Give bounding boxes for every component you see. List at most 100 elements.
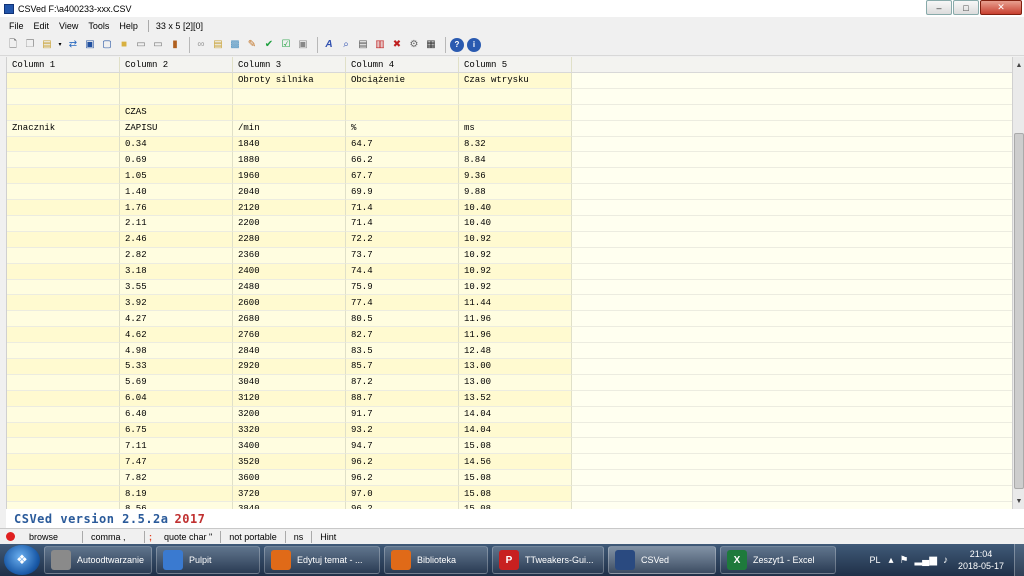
menu-tools[interactable]: Tools [83,21,114,31]
table-cell[interactable] [7,136,120,153]
table-cell[interactable]: 9.88 [459,184,572,201]
table-row[interactable]: 5.69 3040 87.2 13.00 [7,374,1012,391]
cut-x-icon[interactable]: ✖ [390,38,404,52]
table-cell[interactable] [7,184,120,201]
table-cell[interactable]: 7.11 [120,438,233,455]
table-cell[interactable]: 71.4 [346,200,459,217]
table-row[interactable]: 2.82 2360 73.7 10.92 [7,247,1012,264]
table-cell[interactable]: 2.46 [120,231,233,248]
minimize-button[interactable]: ‒ [926,0,952,15]
table-cell[interactable] [459,88,572,105]
folder-icon[interactable]: ■ [117,38,131,52]
table-cell[interactable]: 97.0 [346,486,459,503]
check-box-icon[interactable]: ☑ [279,38,293,52]
table-cell[interactable]: 96.2 [346,470,459,487]
table-cell[interactable]: 96.2 [346,454,459,471]
start-button[interactable]: ❖ [4,545,40,575]
table-cell[interactable]: 0.34 [120,136,233,153]
column-header[interactable]: Column 5 [459,57,572,72]
taskbar-item[interactable]: Pulpit [156,546,260,574]
table-cell[interactable]: 6.40 [120,406,233,423]
dropdown-icon[interactable]: ▾ [57,38,63,52]
table-cell[interactable]: 4.98 [120,343,233,360]
table-cell[interactable]: ZAPISU [120,120,233,137]
open-icon[interactable]: ▤ [40,38,54,52]
flag-icon[interactable]: ⚑ [900,555,909,566]
table-row[interactable]: 2.46 2280 72.2 10.92 [7,231,1012,248]
table-cell[interactable]: 14.56 [459,454,572,471]
save-icon[interactable]: ▣ [83,38,97,52]
window-icon[interactable]: ▭ [134,38,148,52]
table-cell[interactable]: 66.2 [346,152,459,169]
maximize-button[interactable]: □ [953,0,979,15]
menu-file[interactable]: File [4,21,29,31]
table-cell[interactable]: 82.7 [346,327,459,344]
table-cell[interactable]: 3.18 [120,263,233,280]
table-cell[interactable]: 8.32 [459,136,572,153]
vertical-scrollbar[interactable]: ▲ ▼ [1012,57,1024,509]
table-cell[interactable] [7,454,120,471]
table-cell[interactable]: 7.82 [120,470,233,487]
table-cell[interactable]: 14.04 [459,422,572,439]
table-cell[interactable]: /min [233,120,346,137]
table-cell[interactable] [7,247,120,264]
table-cell[interactable] [7,486,120,503]
table-cell[interactable]: 1840 [233,136,346,153]
table-cell[interactable]: 2480 [233,279,346,296]
show-desktop-button[interactable] [1014,544,1024,576]
taskbar-item[interactable]: Edytuj temat - ... [264,546,380,574]
table-cell[interactable]: 5.33 [120,359,233,375]
table-cell[interactable]: 94.7 [346,438,459,455]
export-icon[interactable]: ⇄ [66,38,80,52]
table-cell[interactable]: 80.5 [346,311,459,328]
table-row[interactable]: 3.92 2600 77.4 11.44 [7,295,1012,312]
table-cell[interactable]: 91.7 [346,406,459,423]
table-cell[interactable]: 15.08 [459,502,572,509]
table-cell[interactable]: 10.40 [459,200,572,217]
table-cell[interactable]: 8.84 [459,152,572,169]
scroll-thumb[interactable] [1014,133,1024,489]
doc-delete-icon[interactable]: ▥ [373,38,387,52]
table-cell[interactable]: 6.04 [120,390,233,407]
scroll-up-icon[interactable]: ▲ [1013,59,1024,71]
table-cell[interactable]: 1.76 [120,200,233,217]
grid-icon[interactable]: ▦ [424,38,438,52]
table-row[interactable]: 0.69 1880 66.2 8.84 [7,152,1012,169]
table-row[interactable]: 8.56384096.215.08 [7,502,1012,509]
table-cell[interactable] [7,168,120,185]
table-row[interactable] [7,88,1012,105]
table-cell[interactable]: 75.9 [346,279,459,296]
table-cell[interactable]: 88.7 [346,390,459,407]
table-cell[interactable]: 2920 [233,359,346,375]
table-cell[interactable]: 10.40 [459,216,572,232]
table-cell[interactable]: 3600 [233,470,346,487]
copy-icon[interactable]: ❐ [23,38,37,52]
paste-icon[interactable]: ▤ [211,38,225,52]
table-cell[interactable] [7,216,120,232]
table-row[interactable]: 1.40 2040 69.9 9.88 [7,184,1012,201]
table-cell[interactable]: 3040 [233,374,346,391]
table-cell[interactable]: 6.75 [120,422,233,439]
table-cell[interactable]: Znacznik [7,120,120,137]
table-cell[interactable]: 2760 [233,327,346,344]
taskbar-item[interactable]: CSVed [608,546,716,574]
table-cell[interactable] [7,374,120,391]
info-icon[interactable]: i [467,37,481,52]
table-cell[interactable]: 2280 [233,231,346,248]
table-cell[interactable] [7,359,120,375]
table-cell[interactable]: 15.08 [459,470,572,487]
table-cell[interactable]: % [346,120,459,137]
table-cell[interactable]: 3120 [233,390,346,407]
window2-icon[interactable]: ▭ [151,38,165,52]
table-row[interactable]: 4.98 2840 83.5 12.48 [7,343,1012,360]
table-cell[interactable] [7,502,120,509]
table-cell[interactable] [7,88,120,105]
search-icon[interactable]: ⌕ [339,38,353,52]
table-cell[interactable]: 2200 [233,216,346,232]
table-cell[interactable] [7,104,120,121]
table-cell[interactable] [7,327,120,344]
table-row[interactable]: 7.11 3400 94.7 15.08 [7,438,1012,455]
settings-icon[interactable]: ⚙ [407,38,421,52]
table-cell[interactable]: 77.4 [346,295,459,312]
doc-edit-icon[interactable]: ▤ [356,38,370,52]
